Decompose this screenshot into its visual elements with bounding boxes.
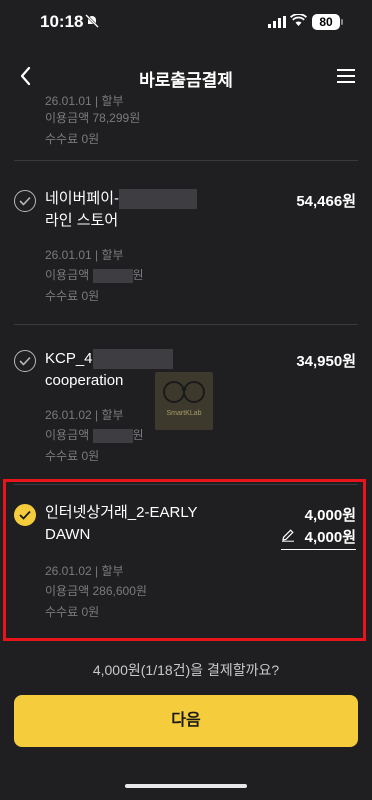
- payment-list[interactable]: 26.01.01 | 할부 이용금액 78,299원 수수료 0원 네이버페이-…: [0, 94, 372, 640]
- page-title: 바로출금결제: [139, 71, 233, 90]
- bell-muted-icon: [85, 14, 99, 33]
- payment-item-selected[interactable]: 인터넷상거래_2-EARLY DAWN 4,000원 4,000원 26.01.…: [0, 504, 372, 624]
- usage-label: 이용금액: [45, 268, 90, 282]
- item-fee: 수수료 0원: [45, 289, 100, 303]
- usage-suffix: 원: [132, 268, 144, 282]
- merchant-line2: 라인 스토어: [45, 212, 119, 229]
- unchecked-checkbox[interactable]: [14, 190, 36, 212]
- item-date: 26.01.01 | 할부: [45, 94, 124, 108]
- divider: [14, 484, 358, 485]
- item-fee: 수수료 0원: [45, 605, 100, 619]
- item-merchant: KCP_4 cooperation: [45, 348, 173, 392]
- item-usage: 이용금액 78,299원: [45, 111, 141, 125]
- item-fee: 수수료 0원: [45, 449, 100, 463]
- status-time: 10:18: [40, 12, 84, 31]
- edit-amount-field[interactable]: 4,000원: [280, 526, 356, 550]
- merchant-line1: 인터넷상거래_2-EARLY: [45, 504, 198, 521]
- unchecked-checkbox[interactable]: [14, 350, 36, 372]
- item-date: 26.01.02 | 할부: [45, 408, 124, 422]
- item-usage: 이용금액 286,600원: [45, 584, 147, 598]
- item-merchant: 인터넷상거래_2-EARLY DAWN: [45, 502, 198, 546]
- usage-suffix: 원: [132, 428, 144, 442]
- signal-icon: [268, 15, 286, 33]
- nav-bar: 바로출금결제: [0, 58, 372, 94]
- item-usage: 이용금액 원: [45, 266, 144, 283]
- battery-tip: [341, 19, 343, 25]
- usage-label: 이용금액: [45, 428, 90, 442]
- battery-indicator: 80: [312, 14, 340, 30]
- item-amount: 34,950원: [296, 353, 356, 370]
- masked-text: [119, 189, 197, 210]
- home-indicator[interactable]: [125, 784, 247, 788]
- item-date: 26.01.02 | 할부: [45, 564, 124, 578]
- status-bar: 10:18 80: [0, 0, 372, 44]
- divider: [14, 160, 358, 161]
- checked-checkbox[interactable]: [14, 504, 36, 526]
- payment-item[interactable]: 26.01.01 | 할부 이용금액 78,299원 수수료 0원: [0, 94, 372, 158]
- menu-button[interactable]: [336, 66, 356, 86]
- item-amount: 4,000원: [304, 507, 356, 524]
- merchant-line2: cooperation: [45, 372, 124, 389]
- merchant-line1: KCP_4: [45, 350, 93, 367]
- item-usage: 이용금액 원: [45, 426, 144, 443]
- item-date: 26.01.01 | 할부: [45, 248, 124, 262]
- masked-text: [92, 349, 173, 370]
- watermark-text: SmartKLab: [166, 410, 202, 417]
- merchant-line1: 네이버페이-: [45, 190, 119, 207]
- check-icon: [19, 196, 31, 206]
- hamburger-icon: [337, 69, 355, 83]
- wifi-icon: [289, 13, 308, 32]
- watermark-logo: SmartKLab: [155, 372, 213, 430]
- masked-text: [92, 268, 133, 283]
- divider: [14, 324, 358, 325]
- item-amount: 54,466원: [296, 193, 356, 210]
- item-fee: 수수료 0원: [45, 132, 100, 146]
- item-merchant: 네이버페이- 라인 스토어: [45, 188, 197, 232]
- payment-item[interactable]: 네이버페이- 라인 스토어 54,466원 26.01.01 | 할부 이용금액…: [0, 188, 372, 308]
- glasses-icon: [163, 381, 205, 403]
- masked-text: [92, 428, 133, 443]
- check-icon: [19, 510, 31, 520]
- check-icon: [19, 356, 31, 366]
- confirm-question: 4,000원(1/18건)을 결제할까요?: [92, 662, 280, 678]
- next-button[interactable]: 다음: [14, 695, 358, 747]
- merchant-line2: DAWN: [45, 526, 91, 543]
- edit-amount-value: 4,000원: [304, 529, 356, 546]
- pencil-icon: [281, 528, 295, 546]
